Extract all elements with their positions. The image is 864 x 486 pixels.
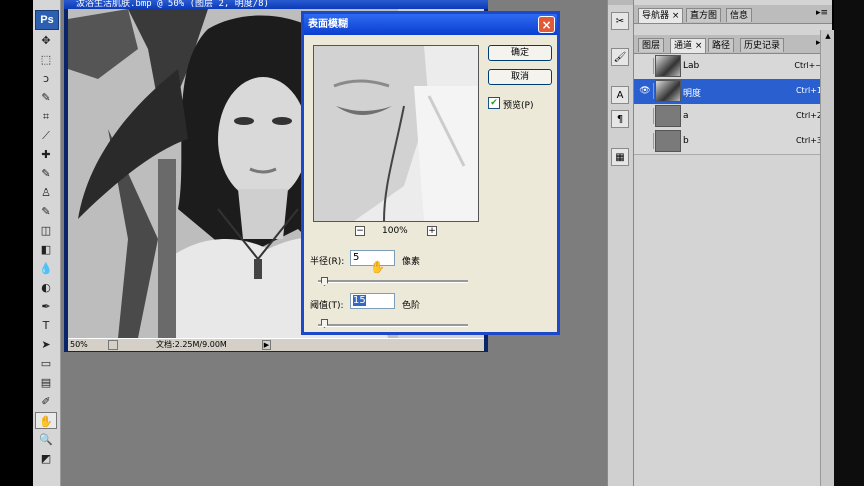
brushes-icon[interactable]: 🖌 — [611, 48, 629, 66]
brush-tool-icon[interactable]: ✎ — [35, 165, 57, 182]
dialog-title[interactable]: 表面模糊 — [304, 14, 557, 35]
document-title[interactable]: 沷浴生活肌肤.bmp @ 50% (图层 2, 明度/8) — [64, 0, 488, 9]
layer-comps-icon[interactable]: ▦ — [611, 148, 629, 166]
tab-history[interactable]: 历史记录 — [740, 38, 785, 52]
radius-slider-track[interactable] — [318, 280, 468, 283]
radius-slider-thumb[interactable] — [321, 277, 328, 286]
gradient-tool-icon[interactable]: ◧ — [35, 241, 57, 258]
zoom-in-button[interactable]: + — [427, 226, 437, 236]
scroll-up-icon[interactable]: ▲ — [823, 32, 833, 42]
navigator-panel-tabs: 导航器 × 直方图 信息 ▸≡ — [634, 5, 832, 24]
channels-panel-tabs: 图层 通道 × 路径 历史记录 ▸≡ — [634, 35, 832, 54]
move-tool-icon[interactable]: ✥ — [35, 32, 57, 49]
tab-paths[interactable]: 路径 — [708, 38, 735, 52]
channel-name: Lab — [683, 61, 700, 71]
document-status-bar: 50% 文档:2.25M/9.00M ▶ — [68, 338, 484, 351]
channel-thumbnail — [655, 80, 681, 102]
preview-checkbox[interactable]: ✔ — [488, 97, 500, 109]
crop-tool-icon[interactable]: ⌗ — [35, 108, 57, 125]
preview-zoom-level: 100% — [382, 226, 408, 236]
type-tool-icon[interactable]: T — [35, 317, 57, 334]
eyedropper-tool-icon[interactable]: ✐ — [35, 393, 57, 410]
channel-row[interactable]: 👁 明度 Ctrl+1 — [634, 79, 832, 105]
document-size-info: 文档:2.25M/9.00M — [156, 340, 227, 349]
cancel-button[interactable]: 取消 — [488, 69, 552, 85]
tab-info[interactable]: 信息 — [726, 8, 753, 22]
photoshop-logo[interactable]: Ps — [35, 10, 59, 30]
threshold-unit: 色阶 — [402, 301, 421, 311]
blur-tool-icon[interactable]: 💧 — [35, 260, 57, 277]
ok-button[interactable]: 确定 — [488, 45, 552, 61]
channels-empty-area — [634, 155, 820, 486]
visibility-toggle[interactable] — [637, 133, 654, 149]
color-swatch-tool-icon[interactable]: ◩ — [35, 450, 57, 467]
channel-shortcut: Ctrl+1 — [795, 86, 822, 95]
tool-presets-icon[interactable]: ✂ — [611, 12, 629, 30]
toolbox: Ps ✥ ⬚ ↄ ✎ ⌗ ⟋ ✚ ✎ ♙ ✎ ◫ ◧ 💧 ◐ ✒ T ➤ ▭ ▤ ✐ ✋ 🔍 ◩ — [33, 0, 61, 486]
visibility-toggle[interactable] — [637, 58, 654, 74]
channel-shortcut: Ctrl+2 — [795, 111, 822, 120]
preview-label: 预览(P) — [503, 101, 534, 111]
threshold-input[interactable]: 15 — [350, 293, 395, 309]
healing-brush-tool-icon[interactable]: ✚ — [35, 146, 57, 163]
status-menu-icon[interactable] — [108, 340, 118, 350]
channel-name: 明度 — [683, 89, 702, 99]
threshold-label: 阈值(T): — [310, 301, 344, 311]
channel-thumbnail — [655, 55, 681, 77]
tab-histogram[interactable]: 直方图 — [686, 8, 722, 22]
tab-navigator[interactable]: 导航器 × — [638, 8, 684, 23]
preview-area[interactable] — [313, 45, 479, 222]
eraser-tool-icon[interactable]: ◫ — [35, 222, 57, 239]
zoom-level[interactable]: 50% — [70, 339, 88, 351]
right-panels: 导航器 × 直方图 信息 ▸≡ 图层 通道 × 路径 历史记录 ▸≡ Lab Ct… — [633, 0, 832, 486]
channel-shortcut: Ctrl+3 — [795, 136, 822, 145]
threshold-slider-track[interactable] — [318, 324, 468, 327]
surface-blur-dialog: 表面模糊 × − 100% + 确定 取消 ✔ 预览(P) 半径(R): 5 像… — [301, 11, 560, 335]
visibility-toggle[interactable] — [637, 108, 654, 124]
magic-wand-tool-icon[interactable]: ✎ — [35, 89, 57, 106]
channel-shortcut: Ctrl+~ — [794, 61, 822, 70]
status-arrow-icon[interactable]: ▶ — [262, 340, 271, 350]
channel-row[interactable]: Lab Ctrl+~ — [634, 54, 832, 80]
marquee-tool-icon[interactable]: ⬚ — [35, 51, 57, 68]
zoom-out-button[interactable]: − — [355, 226, 365, 236]
clone-stamp-tool-icon[interactable]: ♙ — [35, 184, 57, 201]
tab-layers[interactable]: 图层 — [638, 38, 665, 52]
lasso-tool-icon[interactable]: ↄ — [35, 70, 57, 87]
dodge-tool-icon[interactable]: ◐ — [35, 279, 57, 296]
zoom-tool-icon[interactable]: 🔍 — [35, 431, 57, 448]
channel-row[interactable]: a Ctrl+2 — [634, 104, 832, 130]
channel-thumbnail — [655, 130, 681, 152]
radius-label: 半径(R): — [310, 257, 345, 267]
pen-tool-icon[interactable]: ✒ — [35, 298, 57, 315]
preview-image — [314, 46, 478, 221]
notes-tool-icon[interactable]: ▤ — [35, 374, 57, 391]
channels-scrollbar[interactable]: ▲ — [820, 30, 835, 486]
radius-unit: 像素 — [402, 257, 421, 267]
eye-icon[interactable]: 👁 — [637, 83, 654, 99]
channel-name: b — [683, 136, 689, 146]
close-icon[interactable]: × — [538, 16, 555, 33]
hand-tool-icon[interactable]: ✋ — [35, 412, 57, 429]
dock-grip[interactable] — [608, 0, 634, 5]
panel-menu-icon[interactable]: ▸≡ — [816, 8, 828, 18]
panel-dock: ✂ 🖌 A ¶ ▦ — [607, 0, 634, 486]
slice-tool-icon[interactable]: ⟋ — [35, 127, 57, 144]
shape-tool-icon[interactable]: ▭ — [35, 355, 57, 372]
path-selection-tool-icon[interactable]: ➤ — [35, 336, 57, 353]
screen-edge — [834, 0, 864, 486]
channel-name: a — [683, 111, 689, 121]
paragraph-icon[interactable]: ¶ — [611, 110, 629, 128]
channel-row[interactable]: b Ctrl+3 — [634, 129, 832, 155]
channel-thumbnail — [655, 105, 681, 127]
hand-cursor-icon: ✋ — [370, 260, 385, 274]
tab-channels[interactable]: 通道 × — [670, 38, 707, 53]
character-icon[interactable]: A — [611, 86, 629, 104]
history-brush-tool-icon[interactable]: ✎ — [35, 203, 57, 220]
